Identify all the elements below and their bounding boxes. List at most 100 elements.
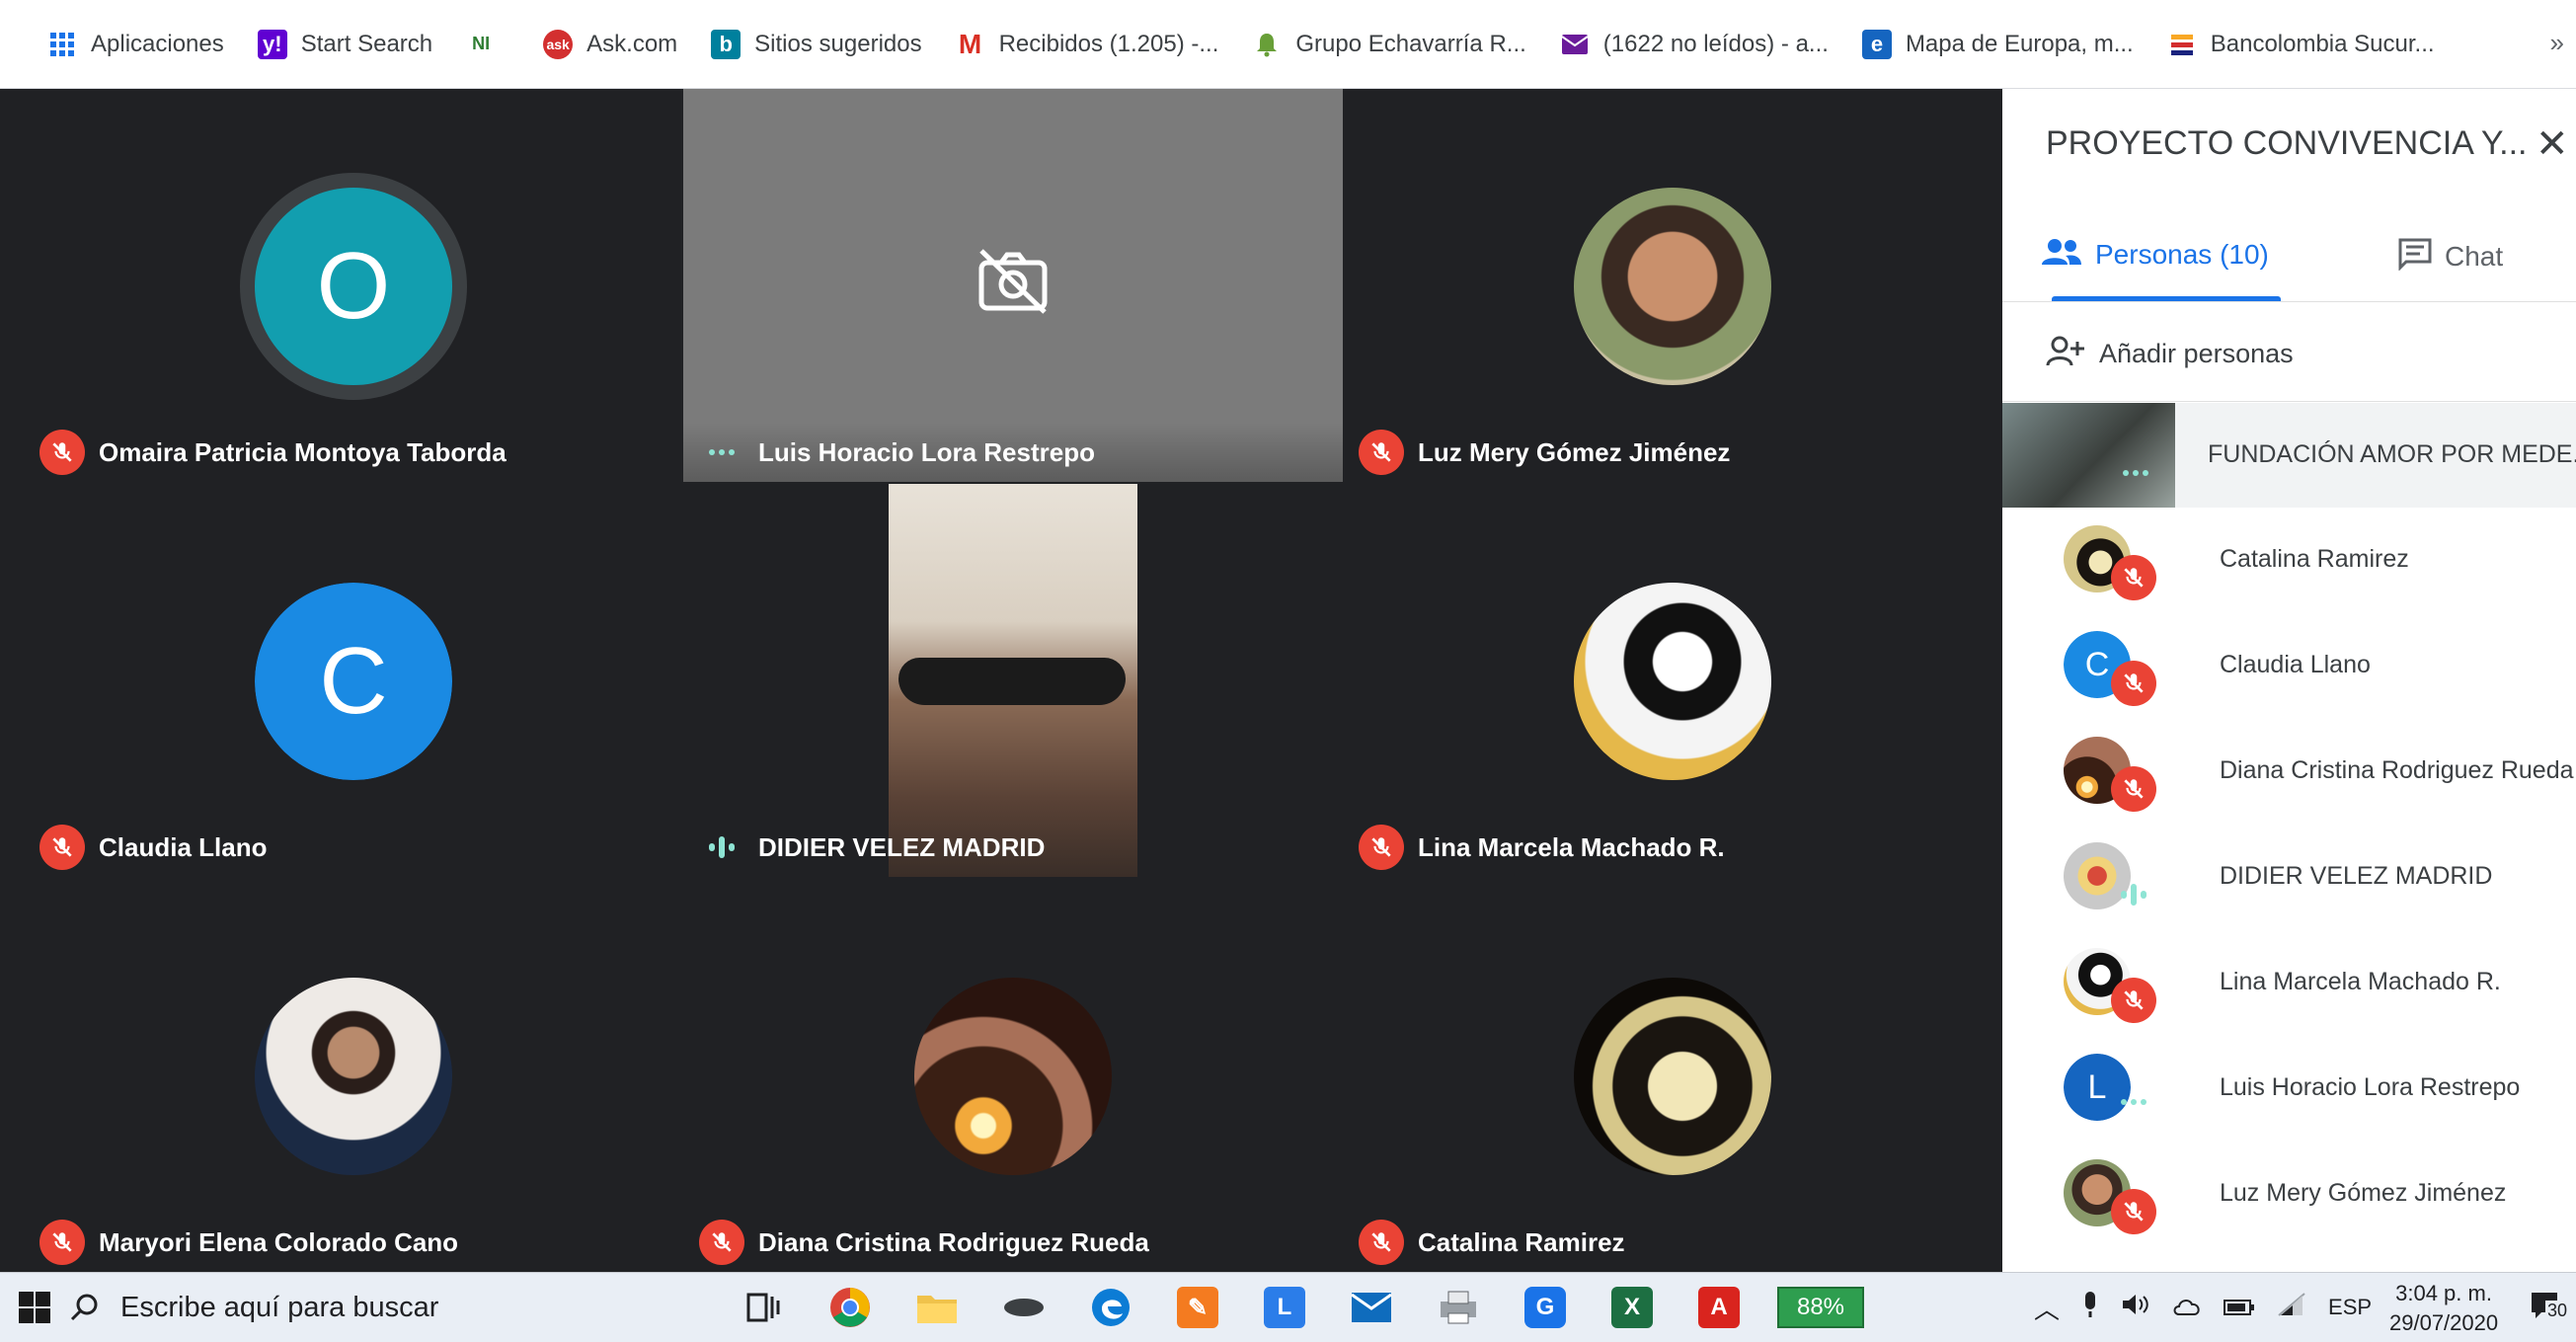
- language-indicator[interactable]: ESP: [2328, 1295, 2372, 1320]
- bookmark-bancolombia[interactable]: Bancolombia Sucur...: [2167, 30, 2435, 59]
- taskbar-search-box[interactable]: Escribe aquí para buscar: [0, 1273, 731, 1342]
- apps-grid-icon: [47, 30, 77, 59]
- bookmark-label: Sitios sugeridos: [754, 30, 922, 57]
- participant-row[interactable]: Diana Cristina Rodriguez Rueda: [2002, 719, 2576, 824]
- taskbar-app-l[interactable]: L: [1252, 1273, 1317, 1342]
- panel-title: PROYECTO CONVIVENCIA Y...: [2046, 124, 2528, 162]
- people-icon: [2042, 237, 2081, 272]
- participant-name: Lina Marcela Machado R.: [2220, 968, 2501, 995]
- microphone-icon[interactable]: [2081, 1290, 2099, 1326]
- participant-tile[interactable]: DIDIER VELEZ MADRID: [683, 484, 1343, 877]
- wifi-icon[interactable]: [2277, 1292, 2306, 1324]
- participant-name: Claudia Llano: [2220, 651, 2371, 678]
- participant-row-featured[interactable]: FUNDACIÓN AMOR POR MEDE...: [2002, 403, 2576, 508]
- bookmark-green-logo[interactable]: NI: [466, 30, 509, 59]
- taskbar-app-dark[interactable]: [991, 1273, 1056, 1342]
- participant-row[interactable]: DIDIER VELEZ MADRID: [2002, 825, 2576, 929]
- tile-name-row: Claudia Llano: [24, 818, 683, 877]
- volume-icon[interactable]: [2121, 1292, 2150, 1324]
- tile-name-row: Diana Cristina Rodriguez Rueda: [683, 1213, 1343, 1272]
- chevron-up-icon[interactable]: ︿: [2034, 1290, 2060, 1326]
- people-panel: PROYECTO CONVIVENCIA Y... ✕ Personas (10…: [2002, 89, 2576, 1272]
- folder-icon: [917, 1296, 957, 1323]
- clock[interactable]: 3:04 p. m. 29/07/2020: [2389, 1279, 2498, 1338]
- excel-icon: X: [1611, 1287, 1653, 1328]
- bookmark-start-search[interactable]: y! Start Search: [257, 29, 432, 59]
- mic-off-icon: [2111, 555, 2156, 600]
- tab-people[interactable]: Personas (10): [2042, 237, 2269, 272]
- tab-chat-label: Chat: [2445, 240, 2504, 272]
- search-icon: [70, 1294, 98, 1321]
- task-view-button[interactable]: [731, 1273, 796, 1342]
- participant-tile[interactable]: Catalina Ramirez: [1343, 879, 2002, 1272]
- participant-name: DIDIER VELEZ MADRID: [2220, 862, 2493, 890]
- tile-name-row: Catalina Ramirez: [1343, 1213, 2002, 1272]
- taskbar-file-explorer[interactable]: [904, 1273, 970, 1342]
- battery-icon[interactable]: [2224, 1293, 2255, 1323]
- bookmarks-more-button[interactable]: »: [2550, 28, 2564, 58]
- taskbar-mail[interactable]: [1339, 1273, 1404, 1342]
- bell-icon: [1252, 30, 1282, 59]
- participant-row[interactable]: Catalina Ramirez: [2002, 508, 2576, 612]
- participant-tile[interactable]: Diana Cristina Rodriguez Rueda: [683, 879, 1343, 1272]
- participant-tile[interactable]: Lina Marcela Machado R.: [1343, 484, 2002, 877]
- participant-row[interactable]: L Luis Horacio Lora Restrepo: [2002, 1036, 2576, 1141]
- bookmark-ask[interactable]: ask Ask.com: [543, 29, 677, 59]
- bookmark-mail[interactable]: (1622 no leídos) - a...: [1560, 30, 1829, 59]
- cloud-icon[interactable]: [2172, 1293, 2202, 1323]
- avatar: [1574, 583, 1771, 780]
- more-dots-icon: [2113, 470, 2158, 476]
- mic-off-icon: [39, 430, 85, 475]
- participant-name: Luis Horacio Lora Restrepo: [2220, 1073, 2521, 1101]
- speaking-indicator-icon: [699, 836, 744, 858]
- participant-row[interactable]: C Claudia Llano: [2002, 613, 2576, 718]
- participant-row[interactable]: Lina Marcela Machado R.: [2002, 930, 2576, 1035]
- bing-icon: b: [711, 29, 742, 59]
- add-people-button[interactable]: Añadir personas: [2046, 336, 2294, 372]
- taskbar-printer[interactable]: [1426, 1273, 1491, 1342]
- bookmark-apps[interactable]: Aplicaciones: [47, 30, 224, 59]
- tile-name-row: Lina Marcela Machado R.: [1343, 818, 2002, 877]
- close-icon[interactable]: ✕: [2536, 124, 2569, 164]
- chat-icon: [2397, 237, 2433, 276]
- clock-time: 3:04 p. m.: [2395, 1281, 2492, 1305]
- taskbar-excel[interactable]: X: [1600, 1273, 1665, 1342]
- participant-tile[interactable]: Maryori Elena Colorado Cano: [24, 879, 683, 1272]
- taskbar-chrome[interactable]: [818, 1273, 883, 1342]
- participant-tile[interactable]: Luis Horacio Lora Restrepo: [683, 89, 1343, 482]
- mail-app-icon: [1351, 1293, 1392, 1322]
- battery-percent: 88%: [1777, 1287, 1864, 1328]
- participant-name: Catalina Ramirez: [1418, 1226, 1625, 1257]
- bookmark-label: Bancolombia Sucur...: [2210, 30, 2435, 57]
- mic-off-icon: [2111, 766, 2156, 812]
- more-dots-icon: [699, 449, 744, 455]
- bookmark-sitios-sugeridos[interactable]: b Sitios sugeridos: [711, 29, 922, 59]
- participant-row[interactable]: Luz Mery Gómez Jiménez: [2002, 1142, 2576, 1246]
- participant-name: Omaira Patricia Montoya Taborda: [99, 436, 507, 467]
- participant-tile[interactable]: C Claudia Llano: [24, 484, 683, 877]
- participant-name: Diana Cristina Rodriguez Rueda: [2220, 756, 2574, 784]
- camera-off-icon: [976, 247, 1051, 321]
- system-tray: ︿ ESP: [2034, 1273, 2393, 1342]
- bookmark-mapa-europa[interactable]: e Mapa de Europa, m...: [1861, 29, 2134, 59]
- divider: [2002, 301, 2576, 302]
- taskbar-app-orange[interactable]: ✎: [1165, 1273, 1230, 1342]
- battery-app[interactable]: 88%: [1777, 1273, 1864, 1342]
- avatar-ring: O: [240, 173, 467, 400]
- task-view-icon: [746, 1293, 780, 1322]
- taskbar-acrobat[interactable]: A: [1686, 1273, 1752, 1342]
- avatar: [255, 978, 452, 1175]
- notifications-button[interactable]: 30: [2528, 1287, 2570, 1331]
- divider: [2002, 401, 2576, 402]
- bookmark-gmail[interactable]: M Recibidos (1.205) -...: [956, 29, 1218, 59]
- tab-chat[interactable]: Chat: [2397, 237, 2503, 276]
- add-person-icon: [2046, 336, 2085, 372]
- taskbar-edge[interactable]: [1078, 1273, 1143, 1342]
- taskbar-app-g[interactable]: G: [1513, 1273, 1578, 1342]
- tile-name-row: Luz Mery Gómez Jiménez: [1343, 423, 2002, 482]
- participant-tile[interactable]: O Omaira Patricia Montoya Taborda: [24, 89, 683, 482]
- avatar: L: [2064, 1054, 2131, 1121]
- participant-tile[interactable]: Luz Mery Gómez Jiménez: [1343, 89, 2002, 482]
- printer-icon: [1441, 1291, 1476, 1324]
- bookmark-grupo-echavarria[interactable]: Grupo Echavarría R...: [1252, 30, 1526, 59]
